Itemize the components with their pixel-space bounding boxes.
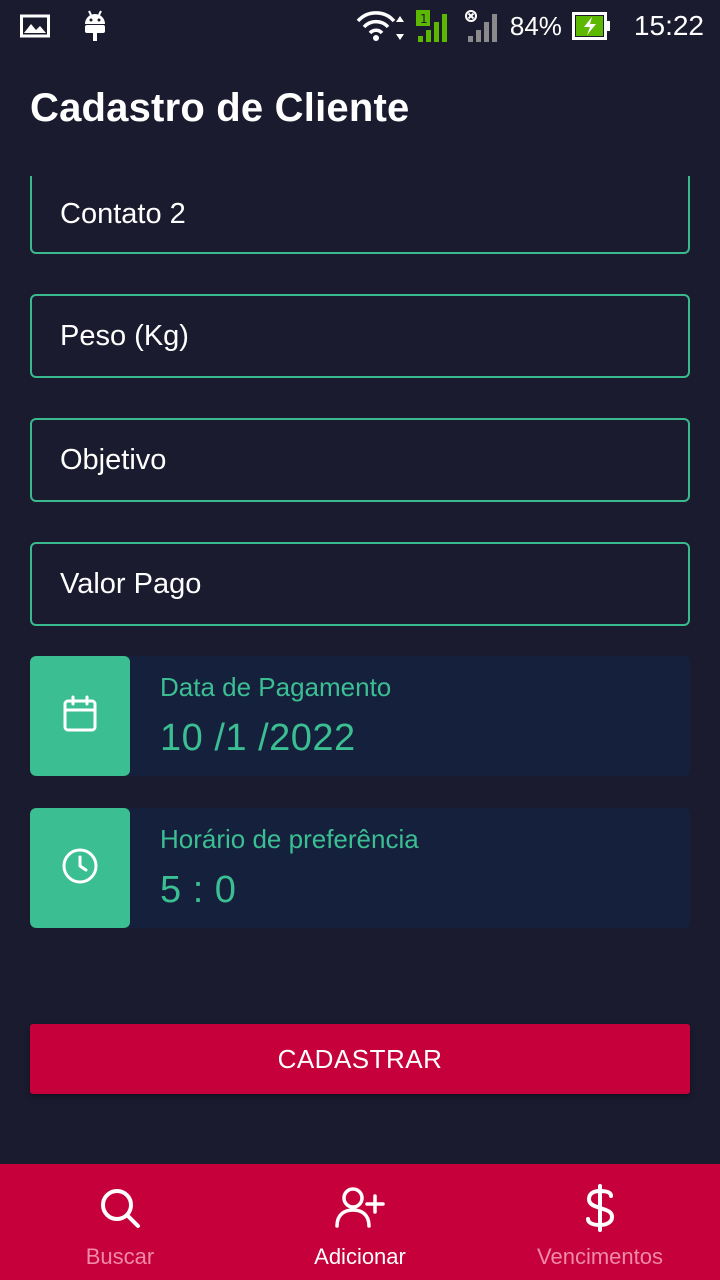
- calendar-icon: [62, 695, 98, 738]
- battery-charging-icon: [571, 12, 612, 40]
- weight-field[interactable]: Peso (Kg): [30, 294, 690, 378]
- preferred-time-value: 5 : 0: [160, 869, 237, 911]
- preferred-time-picker[interactable]: Horário de preferência 5 : 0: [30, 808, 690, 928]
- goal-placeholder: Objetivo: [60, 443, 167, 476]
- dollar-icon: [583, 1184, 617, 1232]
- status-bar: 1 84% 15:22: [0, 0, 720, 52]
- search-icon: [98, 1184, 142, 1232]
- nav-add-label: Adicionar: [314, 1244, 406, 1269]
- status-right: 1 84% 15:22: [356, 8, 704, 44]
- amount-paid-placeholder: Valor Pago: [60, 567, 202, 600]
- nav-due-dates-label: Vencimentos: [537, 1244, 663, 1269]
- payment-date-picker[interactable]: Data de Pagamento 10 /1 /2022: [30, 656, 690, 776]
- nav-add[interactable]: Adicionar: [240, 1164, 480, 1280]
- signal-icon: 1: [415, 8, 454, 44]
- image-icon: [20, 14, 50, 38]
- preferred-time-label: Horário de preferência: [160, 824, 419, 854]
- preferred-time-text: Horário de preferência 5 : 0: [130, 808, 419, 928]
- clock-icon: [61, 847, 99, 890]
- calendar-button[interactable]: [30, 656, 130, 776]
- goal-field[interactable]: Objetivo: [30, 418, 690, 502]
- clock-time: 15:22: [633, 10, 704, 41]
- contact2-placeholder: Contato 2: [60, 197, 186, 230]
- contact2-field[interactable]: Contato 2: [30, 176, 690, 254]
- page-title: Cadastro de Cliente: [30, 86, 410, 130]
- wifi-icon: [356, 10, 406, 42]
- svg-text:1: 1: [420, 12, 428, 26]
- nav-search-label: Buscar: [85, 1244, 155, 1269]
- bottom-nav: Buscar Adicionar Vencimentos: [0, 1164, 720, 1280]
- payment-date-text: Data de Pagamento 10 /1 /2022: [130, 656, 391, 776]
- nav-due-dates[interactable]: Vencimentos: [480, 1164, 720, 1280]
- battery-percent: 84%: [509, 10, 562, 41]
- payment-date-value: 10 /1 /2022: [160, 717, 356, 759]
- register-button[interactable]: CADASTRAR: [30, 1024, 690, 1094]
- app-screen: 1 84% 15:22 Cadastro de Cliente Contato …: [0, 0, 720, 1280]
- android-icon: [82, 10, 108, 42]
- status-left: [20, 10, 108, 42]
- payment-date-label: Data de Pagamento: [160, 672, 392, 702]
- add-user-icon: [335, 1184, 385, 1232]
- weight-placeholder: Peso (Kg): [60, 319, 189, 352]
- amount-paid-field[interactable]: Valor Pago: [30, 542, 690, 626]
- clock-button[interactable]: [30, 808, 130, 928]
- nav-search[interactable]: Buscar: [0, 1164, 240, 1280]
- signal-off-icon: [464, 8, 500, 44]
